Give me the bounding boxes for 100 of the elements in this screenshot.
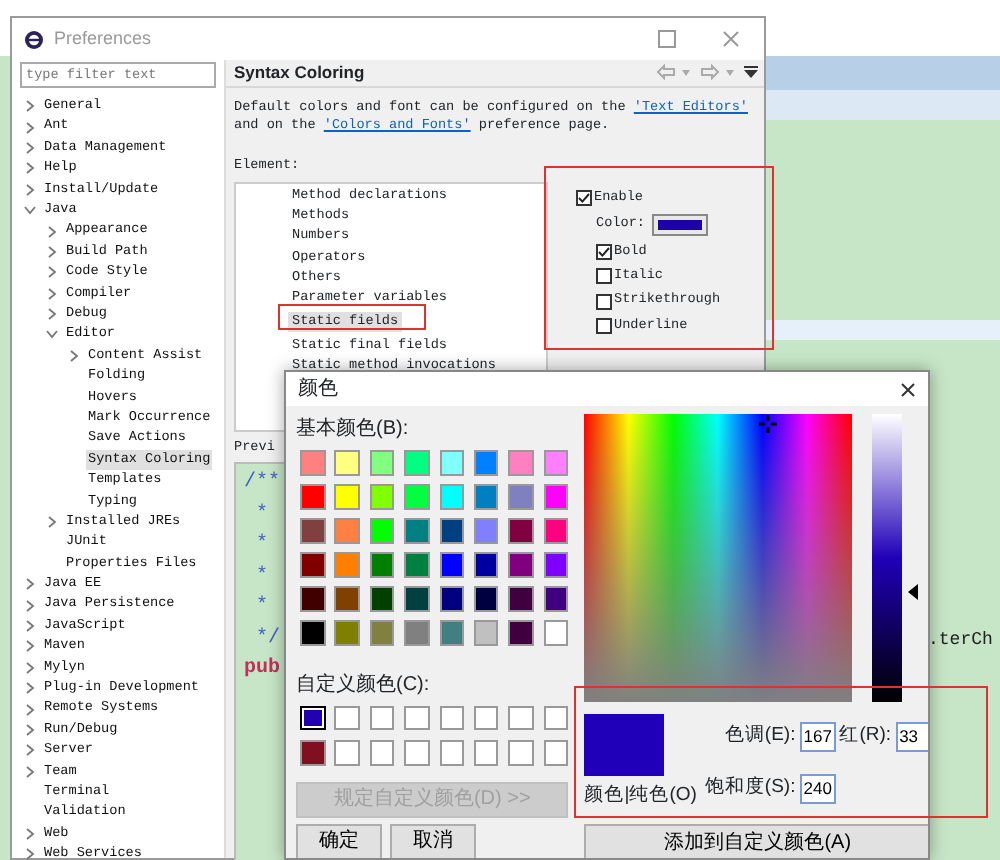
color-swatch[interactable] bbox=[404, 620, 430, 646]
collapsed-caret-icon[interactable] bbox=[24, 744, 36, 757]
color-swatch[interactable] bbox=[334, 518, 360, 544]
collapsed-caret-icon[interactable] bbox=[24, 121, 36, 134]
collapsed-caret-icon[interactable] bbox=[24, 723, 36, 736]
color-spectrum[interactable] bbox=[584, 414, 853, 702]
color-swatch[interactable] bbox=[473, 620, 499, 646]
color-swatch[interactable] bbox=[508, 586, 534, 612]
color-swatch[interactable] bbox=[404, 740, 430, 766]
input-field[interactable]: 240 bbox=[799, 773, 836, 804]
color-swatch[interactable] bbox=[473, 740, 499, 766]
color-swatch[interactable] bbox=[300, 552, 325, 578]
expanded-caret-icon[interactable] bbox=[24, 204, 36, 217]
color-swatch[interactable] bbox=[369, 586, 395, 612]
collapsed-caret-icon[interactable] bbox=[24, 640, 36, 653]
color-swatch[interactable] bbox=[300, 740, 325, 766]
checkbox[interactable] bbox=[576, 189, 592, 206]
color-swatch[interactable] bbox=[473, 450, 499, 475]
color-swatch[interactable] bbox=[508, 552, 534, 578]
color-swatch[interactable] bbox=[300, 705, 325, 731]
caret-icon[interactable] bbox=[724, 67, 736, 78]
collapsed-caret-icon[interactable] bbox=[24, 765, 36, 778]
input-field[interactable]: 33 bbox=[895, 721, 928, 752]
color-swatch[interactable] bbox=[404, 586, 430, 612]
collapsed-caret-icon[interactable] bbox=[46, 308, 58, 321]
cancel-button[interactable]: 取消 bbox=[390, 823, 476, 858]
color-swatch[interactable] bbox=[439, 705, 465, 731]
expanded-caret-icon[interactable] bbox=[46, 328, 58, 341]
color-swatch[interactable] bbox=[543, 620, 569, 646]
color-swatch[interactable] bbox=[369, 484, 395, 510]
collapsed-caret-icon[interactable] bbox=[24, 162, 36, 175]
close-icon[interactable] bbox=[900, 381, 916, 397]
color-swatch[interactable] bbox=[404, 450, 430, 475]
collapsed-caret-icon[interactable] bbox=[24, 661, 36, 674]
input-field[interactable]: 167 bbox=[799, 721, 836, 752]
color-swatch[interactable] bbox=[439, 586, 465, 612]
color-swatch[interactable] bbox=[300, 586, 325, 612]
color-swatch[interactable] bbox=[369, 705, 395, 731]
color-swatch[interactable] bbox=[508, 620, 534, 646]
collapsed-caret-icon[interactable] bbox=[46, 287, 58, 300]
color-swatch[interactable] bbox=[439, 484, 465, 510]
color-swatch[interactable] bbox=[404, 552, 430, 578]
collapsed-caret-icon[interactable] bbox=[24, 703, 36, 716]
color-swatch[interactable] bbox=[508, 484, 534, 510]
checkbox[interactable] bbox=[596, 293, 612, 310]
collapsed-caret-icon[interactable] bbox=[46, 266, 58, 279]
color-swatch[interactable] bbox=[439, 740, 465, 766]
color-swatch[interactable] bbox=[334, 450, 360, 475]
add-to-custom-colors-button[interactable]: 添加到自定义颜色(A) bbox=[584, 824, 928, 858]
menu-icon[interactable] bbox=[744, 66, 758, 79]
crosshair-icon[interactable] bbox=[759, 414, 778, 432]
color-swatch[interactable] bbox=[473, 586, 499, 612]
color-swatch[interactable] bbox=[543, 450, 569, 475]
collapsed-caret-icon[interactable] bbox=[46, 516, 58, 528]
color-swatch[interactable] bbox=[508, 450, 534, 475]
ok-button[interactable]: 确定 bbox=[296, 823, 382, 858]
collapsed-caret-icon[interactable] bbox=[46, 225, 58, 238]
collapsed-caret-icon[interactable] bbox=[24, 827, 36, 840]
collapsed-caret-icon[interactable] bbox=[24, 183, 36, 196]
color-swatch[interactable] bbox=[334, 705, 360, 731]
checkbox[interactable] bbox=[596, 268, 612, 285]
collapsed-caret-icon[interactable] bbox=[24, 599, 36, 612]
color-swatch[interactable] bbox=[334, 740, 360, 766]
checkbox[interactable] bbox=[596, 317, 612, 334]
color-swatch[interactable] bbox=[404, 484, 430, 510]
collapsed-caret-icon[interactable] bbox=[24, 100, 36, 113]
color-swatch[interactable] bbox=[300, 484, 325, 510]
forward-icon[interactable] bbox=[700, 64, 720, 81]
color-swatch[interactable] bbox=[473, 484, 499, 510]
color-swatch[interactable] bbox=[439, 620, 465, 646]
color-swatch[interactable] bbox=[369, 740, 395, 766]
color-swatch[interactable] bbox=[543, 740, 569, 766]
color-swatch[interactable] bbox=[543, 484, 569, 510]
color-swatch[interactable] bbox=[543, 518, 569, 544]
back-icon[interactable] bbox=[656, 64, 676, 81]
color-swatch[interactable] bbox=[473, 518, 499, 544]
color-swatch[interactable] bbox=[334, 552, 360, 578]
collapsed-caret-icon[interactable] bbox=[46, 245, 58, 258]
color-swatch[interactable] bbox=[369, 620, 395, 646]
caret-icon[interactable] bbox=[680, 67, 692, 78]
color-swatch[interactable] bbox=[369, 552, 395, 578]
checkbox[interactable] bbox=[596, 244, 612, 261]
slider-arrow-icon[interactable] bbox=[908, 584, 919, 601]
color-button[interactable] bbox=[652, 214, 709, 237]
collapsed-caret-icon[interactable] bbox=[24, 619, 36, 632]
maximize-icon[interactable] bbox=[658, 30, 676, 48]
color-swatch[interactable] bbox=[543, 705, 569, 731]
color-swatch[interactable] bbox=[508, 740, 534, 766]
color-swatch[interactable] bbox=[508, 518, 534, 544]
color-swatch[interactable] bbox=[334, 484, 360, 510]
color-swatch[interactable] bbox=[334, 620, 360, 646]
collapsed-caret-icon[interactable] bbox=[24, 141, 36, 154]
collapsed-caret-icon[interactable] bbox=[68, 349, 80, 362]
color-swatch[interactable] bbox=[369, 450, 395, 475]
color-swatch[interactable] bbox=[404, 518, 430, 544]
color-swatch[interactable] bbox=[439, 518, 465, 544]
color-swatch[interactable] bbox=[473, 552, 499, 578]
color-swatch[interactable] bbox=[543, 552, 569, 578]
color-swatch[interactable] bbox=[404, 705, 430, 731]
color-swatch[interactable] bbox=[300, 620, 325, 646]
